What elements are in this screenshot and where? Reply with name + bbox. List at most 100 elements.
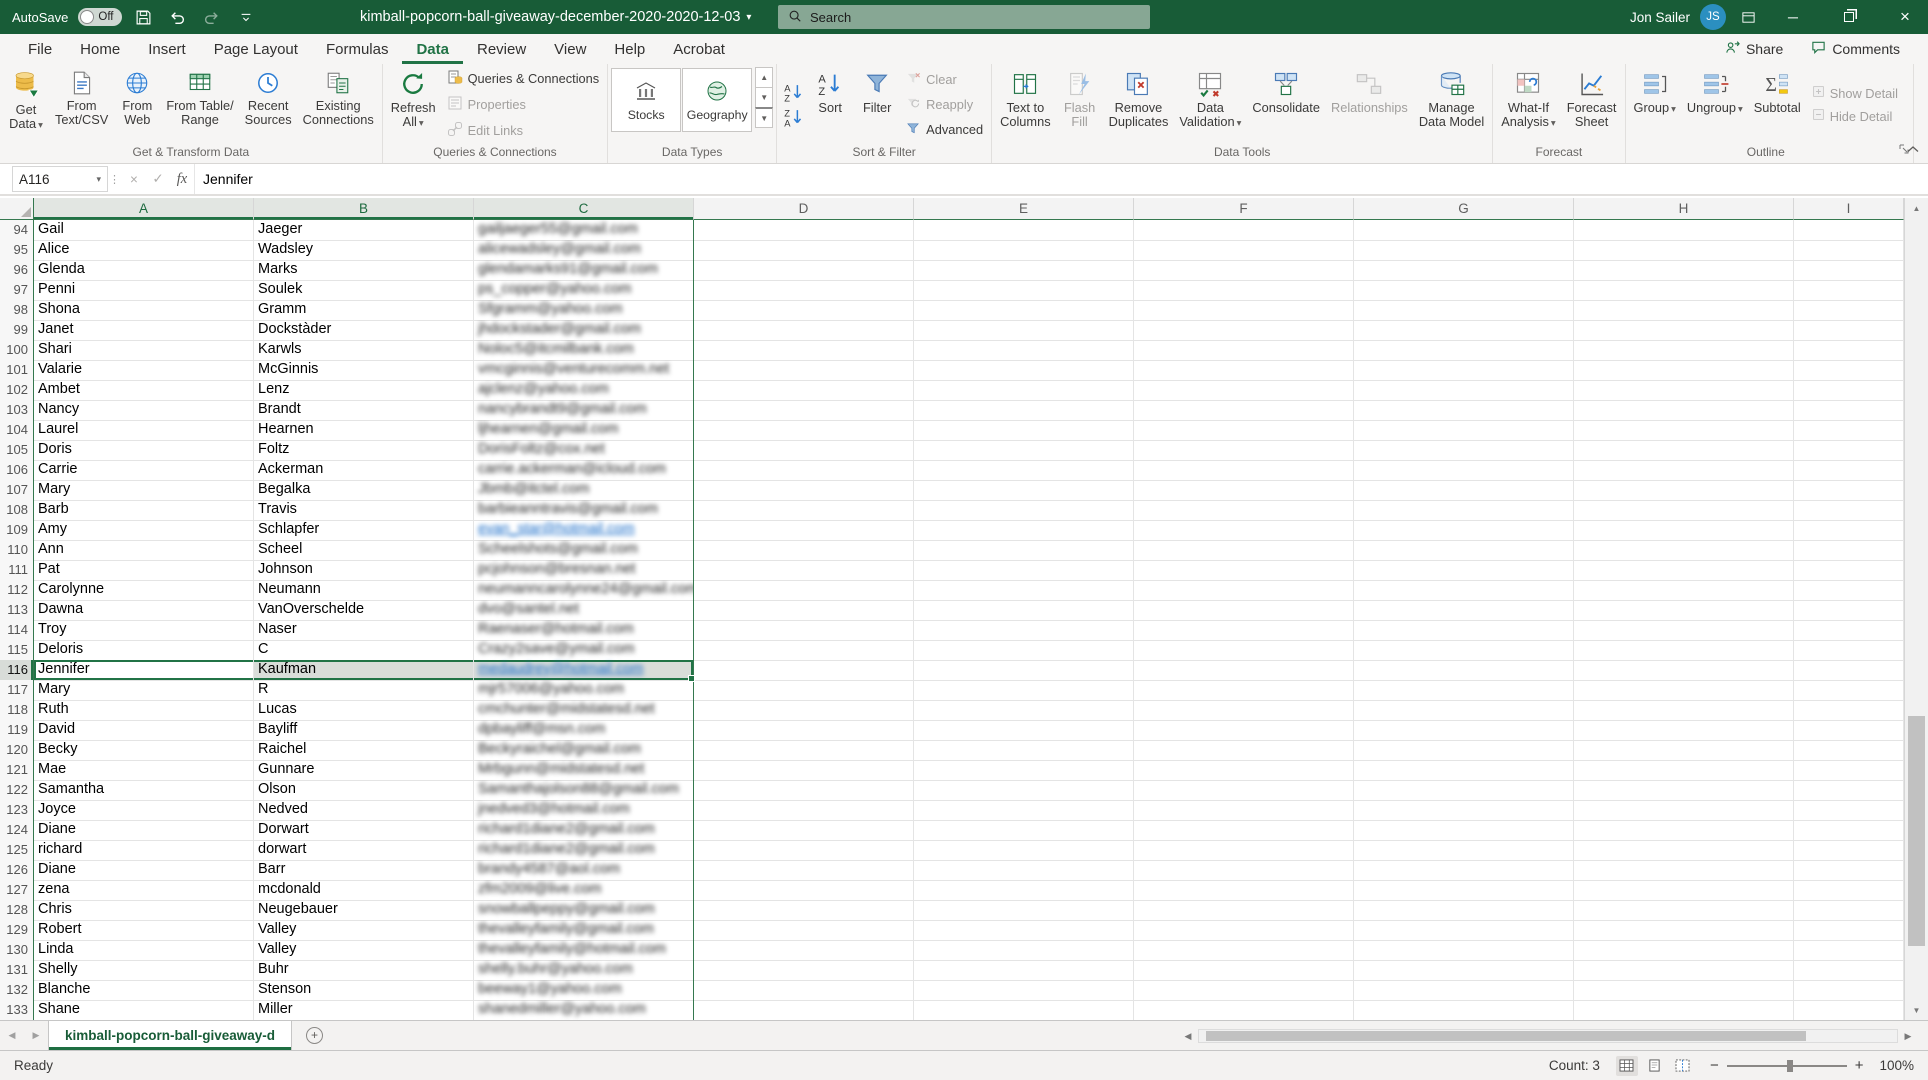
cell-B115[interactable]: C xyxy=(254,640,474,661)
filter-button[interactable]: Filter xyxy=(854,65,900,144)
manage-data-model-button[interactable]: Manage Data Model xyxy=(1414,65,1489,144)
cell-E110[interactable] xyxy=(914,540,1134,561)
cell-F127[interactable] xyxy=(1134,880,1354,901)
cell-A115[interactable]: Deloris xyxy=(34,640,254,661)
cell-I125[interactable] xyxy=(1794,840,1904,861)
cell-B122[interactable]: Olson xyxy=(254,780,474,801)
gallery-up-icon[interactable]: ▲ xyxy=(755,67,773,88)
existing-connections-button[interactable]: Existing Connections xyxy=(298,65,379,144)
cell-D121[interactable] xyxy=(694,760,914,781)
cell-D107[interactable] xyxy=(694,480,914,501)
ungroup-button[interactable]: Ungroup▾ xyxy=(1682,65,1748,144)
queries-connections-button[interactable]: Queries & Connections xyxy=(442,67,605,90)
cell-B99[interactable]: Dockstàder xyxy=(254,320,474,341)
cell-E127[interactable] xyxy=(914,880,1134,901)
cell-I121[interactable] xyxy=(1794,760,1904,781)
cell-G113[interactable] xyxy=(1354,600,1574,621)
cell-I101[interactable] xyxy=(1794,360,1904,381)
cell-G133[interactable] xyxy=(1354,1000,1574,1021)
cell-I132[interactable] xyxy=(1794,980,1904,1001)
cell-H123[interactable] xyxy=(1574,800,1794,821)
row-header-110[interactable]: 110 xyxy=(0,540,34,561)
cell-H103[interactable] xyxy=(1574,400,1794,421)
row-header-126[interactable]: 126 xyxy=(0,860,34,881)
cell-B102[interactable]: Lenz xyxy=(254,380,474,401)
sort-descending-button[interactable]: ZA xyxy=(780,106,806,128)
cell-C124[interactable]: richard1diane2@gmail.com xyxy=(474,820,694,841)
cell-B117[interactable]: R xyxy=(254,680,474,701)
cell-E105[interactable] xyxy=(914,440,1134,461)
cell-H126[interactable] xyxy=(1574,860,1794,881)
cell-F132[interactable] xyxy=(1134,980,1354,1001)
cell-I104[interactable] xyxy=(1794,420,1904,441)
cell-G99[interactable] xyxy=(1354,320,1574,341)
cell-C104[interactable]: ljhearnen@gmail.com xyxy=(474,420,694,441)
cell-B110[interactable]: Scheel xyxy=(254,540,474,561)
cell-B103[interactable]: Brandt xyxy=(254,400,474,421)
cell-H111[interactable] xyxy=(1574,560,1794,581)
cell-D111[interactable] xyxy=(694,560,914,581)
cell-D104[interactable] xyxy=(694,420,914,441)
cell-G106[interactable] xyxy=(1354,460,1574,481)
cell-F117[interactable] xyxy=(1134,680,1354,701)
cell-I119[interactable] xyxy=(1794,720,1904,741)
cell-A129[interactable]: Robert xyxy=(34,920,254,941)
cell-H100[interactable] xyxy=(1574,340,1794,361)
row-header-122[interactable]: 122 xyxy=(0,780,34,801)
cell-H131[interactable] xyxy=(1574,960,1794,981)
row-header-115[interactable]: 115 xyxy=(0,640,34,661)
cell-G95[interactable] xyxy=(1354,240,1574,261)
scroll-down-icon[interactable]: ▼ xyxy=(1905,1000,1928,1020)
cell-D115[interactable] xyxy=(694,640,914,661)
sheet-tab[interactable]: kimball-popcorn-ball-giveaway-d xyxy=(48,1021,292,1050)
cell-A126[interactable]: Diane xyxy=(34,860,254,881)
cell-E122[interactable] xyxy=(914,780,1134,801)
cell-E102[interactable] xyxy=(914,380,1134,401)
cell-B127[interactable]: mcdonald xyxy=(254,880,474,901)
row-header-98[interactable]: 98 xyxy=(0,300,34,321)
tab-formulas[interactable]: Formulas xyxy=(312,34,403,64)
cell-A101[interactable]: Valarie xyxy=(34,360,254,381)
cell-E94[interactable] xyxy=(914,220,1134,241)
cell-I120[interactable] xyxy=(1794,740,1904,761)
cell-E128[interactable] xyxy=(914,900,1134,921)
cell-H125[interactable] xyxy=(1574,840,1794,861)
cell-E98[interactable] xyxy=(914,300,1134,321)
cell-H124[interactable] xyxy=(1574,820,1794,841)
cell-D113[interactable] xyxy=(694,600,914,621)
cell-G125[interactable] xyxy=(1354,840,1574,861)
sheet-nav-left-icon[interactable]: ◀ xyxy=(0,1030,24,1041)
row-header-127[interactable]: 127 xyxy=(0,880,34,901)
cell-B113[interactable]: VanOverschelde xyxy=(254,600,474,621)
cell-F95[interactable] xyxy=(1134,240,1354,261)
row-header-119[interactable]: 119 xyxy=(0,720,34,741)
cell-C128[interactable]: snowballpeppy@gmail.com xyxy=(474,900,694,921)
column-header-F[interactable]: F xyxy=(1134,198,1354,220)
cell-I130[interactable] xyxy=(1794,940,1904,961)
cell-C126[interactable]: brandy4587@aol.com xyxy=(474,860,694,881)
cell-H133[interactable] xyxy=(1574,1000,1794,1021)
row-header-112[interactable]: 112 xyxy=(0,580,34,601)
data-validation-button[interactable]: Data Validation▾ xyxy=(1174,65,1246,144)
cell-G124[interactable] xyxy=(1354,820,1574,841)
cell-H94[interactable] xyxy=(1574,220,1794,241)
cell-A102[interactable]: Ambet xyxy=(34,380,254,401)
cell-A104[interactable]: Laurel xyxy=(34,420,254,441)
cell-F105[interactable] xyxy=(1134,440,1354,461)
gallery-down-icon[interactable]: ▼ xyxy=(755,87,773,108)
cell-G117[interactable] xyxy=(1354,680,1574,701)
cell-C125[interactable]: richard1diane2@gmail.com xyxy=(474,840,694,861)
cell-E106[interactable] xyxy=(914,460,1134,481)
tab-acrobat[interactable]: Acrobat xyxy=(659,34,739,64)
comments-button[interactable]: Comments xyxy=(1801,37,1910,61)
column-header-D[interactable]: D xyxy=(694,198,914,220)
cell-D100[interactable] xyxy=(694,340,914,361)
cell-A95[interactable]: Alice xyxy=(34,240,254,261)
cell-B107[interactable]: Begalka xyxy=(254,480,474,501)
cell-B105[interactable]: Foltz xyxy=(254,440,474,461)
cell-E121[interactable] xyxy=(914,760,1134,781)
cell-F109[interactable] xyxy=(1134,520,1354,541)
cell-I108[interactable] xyxy=(1794,500,1904,521)
cell-E133[interactable] xyxy=(914,1000,1134,1021)
collapse-ribbon-icon[interactable] xyxy=(1906,141,1920,159)
